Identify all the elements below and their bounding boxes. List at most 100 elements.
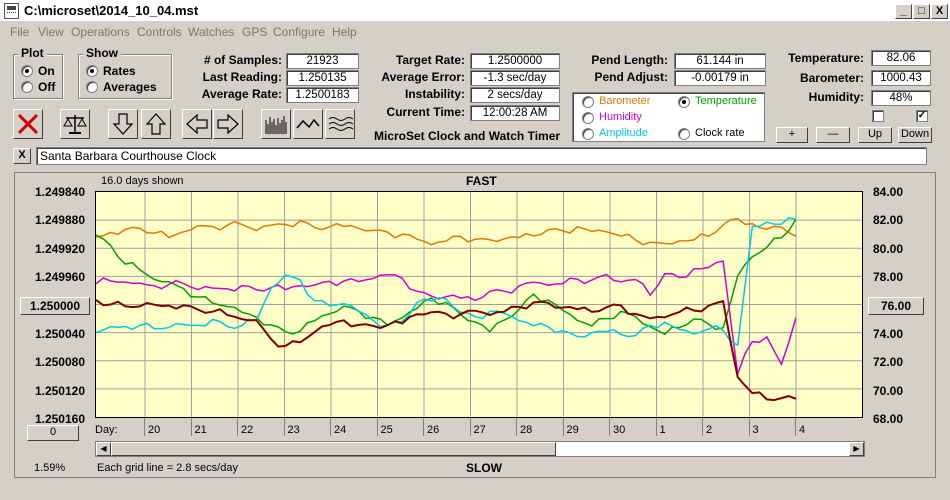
wave-icon <box>328 117 354 131</box>
histogram-view-button[interactable] <box>261 109 291 139</box>
clock-rate-option-label: Clock rate <box>695 127 745 139</box>
scale-up-button[interactable]: Up <box>858 127 892 143</box>
y-right-tick: 72.00 <box>873 355 904 369</box>
temperature-radio[interactable] <box>678 96 690 108</box>
series-line <box>95 260 797 375</box>
menu-configure[interactable]: Configure <box>273 25 325 39</box>
x-tick-mark <box>144 418 145 436</box>
x-tick-label: 25 <box>380 424 393 436</box>
series-line <box>95 299 797 402</box>
show-rates-radio[interactable] <box>86 65 98 77</box>
x-tick-mark <box>562 418 564 436</box>
humidity-radio[interactable] <box>582 112 594 124</box>
y-left-tick: 1.250040 <box>34 327 85 341</box>
current-time-label: Current Time: <box>386 105 465 119</box>
minimize-button[interactable]: _ <box>895 4 912 19</box>
menu-view[interactable]: View <box>38 25 64 39</box>
x-tick-mark <box>190 418 192 436</box>
title-bar: C:\microset\2014_10_04.mst _ □ X <box>0 0 950 22</box>
x-tick-label: 2 <box>706 424 713 436</box>
plot-group-label: Plot <box>18 46 47 60</box>
menu-watches[interactable]: Watches <box>188 25 234 39</box>
plot-area[interactable] <box>95 191 863 418</box>
menu-help[interactable]: Help <box>332 25 357 39</box>
x-tick-mark <box>376 418 378 436</box>
move-right-button[interactable] <box>213 109 243 139</box>
series-line <box>95 216 797 347</box>
show-averages-radio[interactable] <box>86 81 98 93</box>
amplitude-radio[interactable] <box>582 128 594 140</box>
plot-on-radio[interactable] <box>21 65 33 77</box>
percent-readout: 1.59% <box>34 462 66 474</box>
pend-adjust-field: -0.00179 in <box>674 70 766 86</box>
instability-field: 2 secs/day <box>470 87 560 103</box>
y-left-tick: 1.250120 <box>34 384 85 398</box>
chart-svg <box>95 192 862 417</box>
x-tick-label: 22 <box>241 424 254 436</box>
y-right-tick: 78.00 <box>873 270 904 284</box>
balance-button[interactable] <box>60 109 90 139</box>
scrollbar-thumb[interactable] <box>111 442 556 456</box>
y-right-tick: 68.00 <box>873 412 904 426</box>
target-rate-field[interactable]: 1.2500000 <box>470 53 560 69</box>
window-title: C:\microset\2014_10_04.mst <box>24 3 199 18</box>
scroll-left-button[interactable]: ◀ <box>96 442 111 456</box>
plot-off-radio[interactable] <box>21 81 33 93</box>
arrow-left-icon <box>186 113 208 135</box>
pend-adjust-label: Pend Adjust: <box>594 70 668 84</box>
x-tick-mark <box>469 418 471 436</box>
average-rate-label: Average Rate: <box>201 87 282 101</box>
fast-label: FAST <box>466 174 497 188</box>
scale-down-button[interactable]: Down <box>898 127 932 143</box>
average-error-label: Average Error: <box>381 70 465 84</box>
samples-label: # of Samples: <box>203 53 282 67</box>
scale-balance-icon <box>63 115 87 134</box>
scroll-right-button[interactable]: ▶ <box>849 442 864 456</box>
wave-view-button[interactable] <box>325 109 355 139</box>
red-x-icon <box>17 113 39 135</box>
series-line <box>95 217 797 246</box>
y-right-tick: 82.00 <box>873 213 904 227</box>
y-left-tick: 1.250080 <box>34 355 85 369</box>
pend-length-field[interactable]: 61.144 in <box>674 53 766 69</box>
move-down-button[interactable] <box>108 109 138 139</box>
temperature-option-label: Temperature <box>695 95 757 107</box>
zero-button[interactable]: 0 <box>27 425 79 441</box>
humidity-label: Humidity: <box>808 90 864 104</box>
option-checkbox-2[interactable]: ✓ <box>916 110 928 122</box>
menu-file[interactable]: File <box>10 25 29 39</box>
clear-clock-name-button[interactable]: X <box>13 148 31 164</box>
scale-minus-button[interactable]: — <box>816 127 850 143</box>
move-up-button[interactable] <box>141 109 171 139</box>
y-left-tick: 1.250160 <box>34 412 85 426</box>
days-shown-text: 16.0 days shown <box>101 175 184 187</box>
x-tick-label: 28 <box>520 424 533 436</box>
scrollbar-track[interactable]: ◀ ▶ <box>95 441 865 457</box>
line-view-button[interactable] <box>293 109 323 139</box>
center-rate-button[interactable]: 1.250000 <box>20 297 90 315</box>
y-right-tick: 70.00 <box>873 384 904 398</box>
barometer-option-label: Barometer <box>599 95 651 107</box>
clear-button[interactable] <box>13 109 43 139</box>
clock-rate-radio[interactable] <box>678 128 690 140</box>
scale-plus-button[interactable]: + <box>776 127 808 143</box>
day-axis-label: Day: <box>95 424 118 436</box>
option-checkbox-1[interactable] <box>872 110 884 122</box>
close-button[interactable]: X <box>931 4 948 19</box>
menu-gps[interactable]: GPS <box>242 25 267 39</box>
barometer-radio[interactable] <box>582 96 594 108</box>
samples-field: 21923 <box>286 53 359 69</box>
last-reading-field: 1.250135 <box>286 70 359 86</box>
x-tick-label: 21 <box>194 424 207 436</box>
move-left-button[interactable] <box>182 109 212 139</box>
show-averages-label: Averages <box>103 80 157 94</box>
amplitude-option-label: Amplitude <box>599 127 648 139</box>
menu-controls[interactable]: Controls <box>137 25 182 39</box>
menu-operations[interactable]: Operations <box>71 25 130 39</box>
center-sensor-button[interactable]: 76.00 <box>868 297 924 315</box>
barometer-field: 1000.43 <box>871 70 931 86</box>
maximize-button[interactable]: □ <box>913 4 930 19</box>
clock-name-field[interactable]: Santa Barbara Courthouse Clock <box>36 147 927 165</box>
y-left-tick: 1.249920 <box>34 242 85 256</box>
x-tick-mark <box>516 418 517 436</box>
